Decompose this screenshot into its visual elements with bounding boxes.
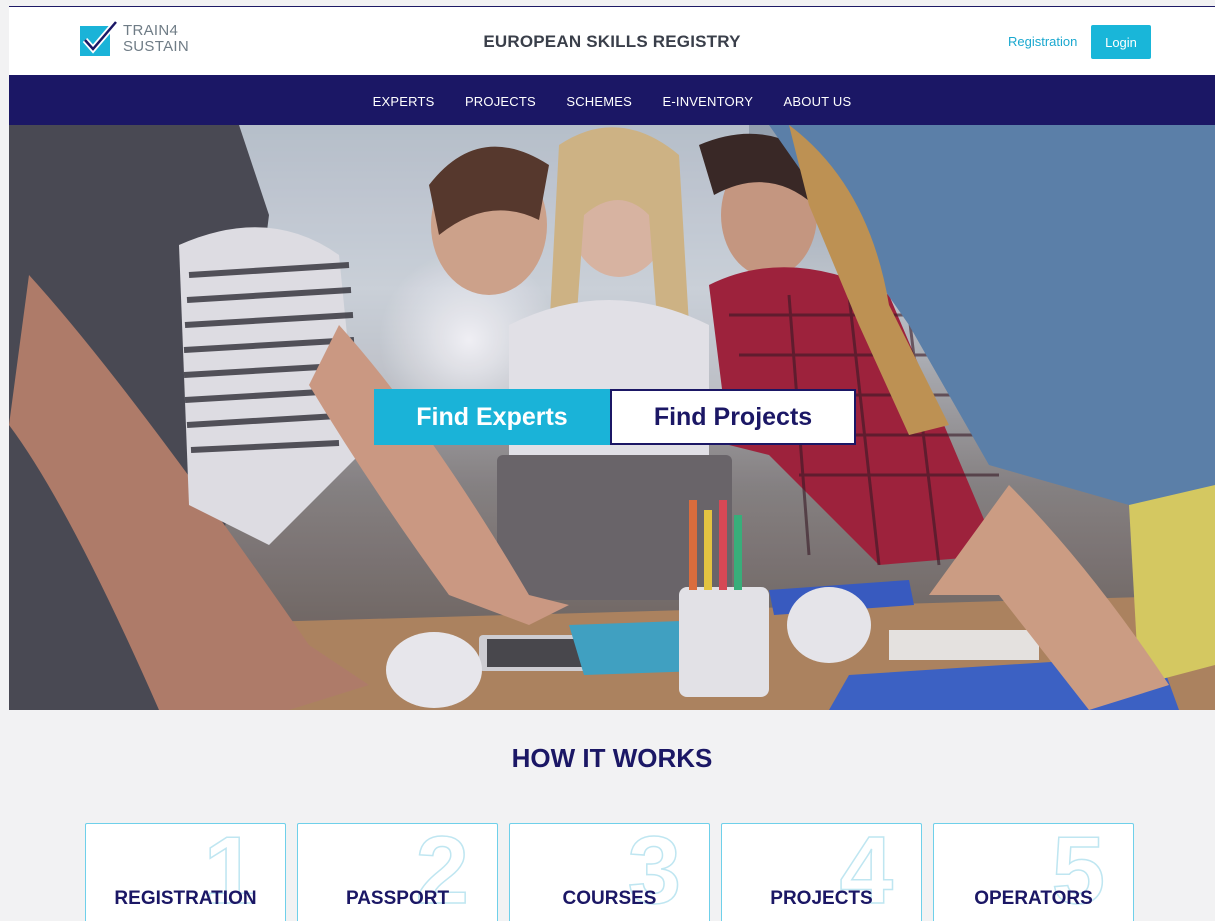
registration-link[interactable]: Registration [1008, 34, 1077, 49]
card-passport[interactable]: 2 PASSPORT [297, 823, 498, 921]
card-operators[interactable]: 5 OPERATORS [933, 823, 1134, 921]
find-experts-button[interactable]: Find Experts [374, 389, 610, 445]
card-courses[interactable]: 3 COURSES [509, 823, 710, 921]
how-it-works-cards: 1 REGISTRATION 2 PASSPORT 3 COURSES 4 PR… [85, 823, 1145, 921]
hero-banner: Find Experts Find Projects [9, 125, 1215, 710]
nav-item-about-us[interactable]: ABOUT US [784, 94, 852, 109]
hero-cta-group: Find Experts Find Projects [374, 389, 856, 445]
site-header: TRAIN4 SUSTAIN EUROPEAN SKILLS REGISTRY … [9, 7, 1215, 75]
card-label: PROJECTS [770, 888, 873, 909]
page: TRAIN4 SUSTAIN EUROPEAN SKILLS REGISTRY … [9, 6, 1215, 921]
login-button[interactable]: Login [1091, 25, 1151, 59]
card-projects[interactable]: 4 PROJECTS [721, 823, 922, 921]
card-registration[interactable]: 1 REGISTRATION [85, 823, 286, 921]
nav-item-e-inventory[interactable]: E-INVENTORY [663, 94, 754, 109]
main-nav: EXPERTS PROJECTS SCHEMES E-INVENTORY ABO… [9, 75, 1215, 125]
nav-item-experts[interactable]: EXPERTS [373, 94, 435, 109]
nav-item-projects[interactable]: PROJECTS [465, 94, 536, 109]
card-label: PASSPORT [345, 888, 450, 909]
how-it-works-heading: HOW IT WORKS [511, 743, 713, 773]
card-label: OPERATORS [974, 888, 1093, 909]
nav-item-schemes[interactable]: SCHEMES [566, 94, 632, 109]
card-label: REGISTRATION [114, 888, 257, 909]
card-label: COURSES [562, 888, 657, 909]
find-projects-button[interactable]: Find Projects [610, 389, 856, 445]
